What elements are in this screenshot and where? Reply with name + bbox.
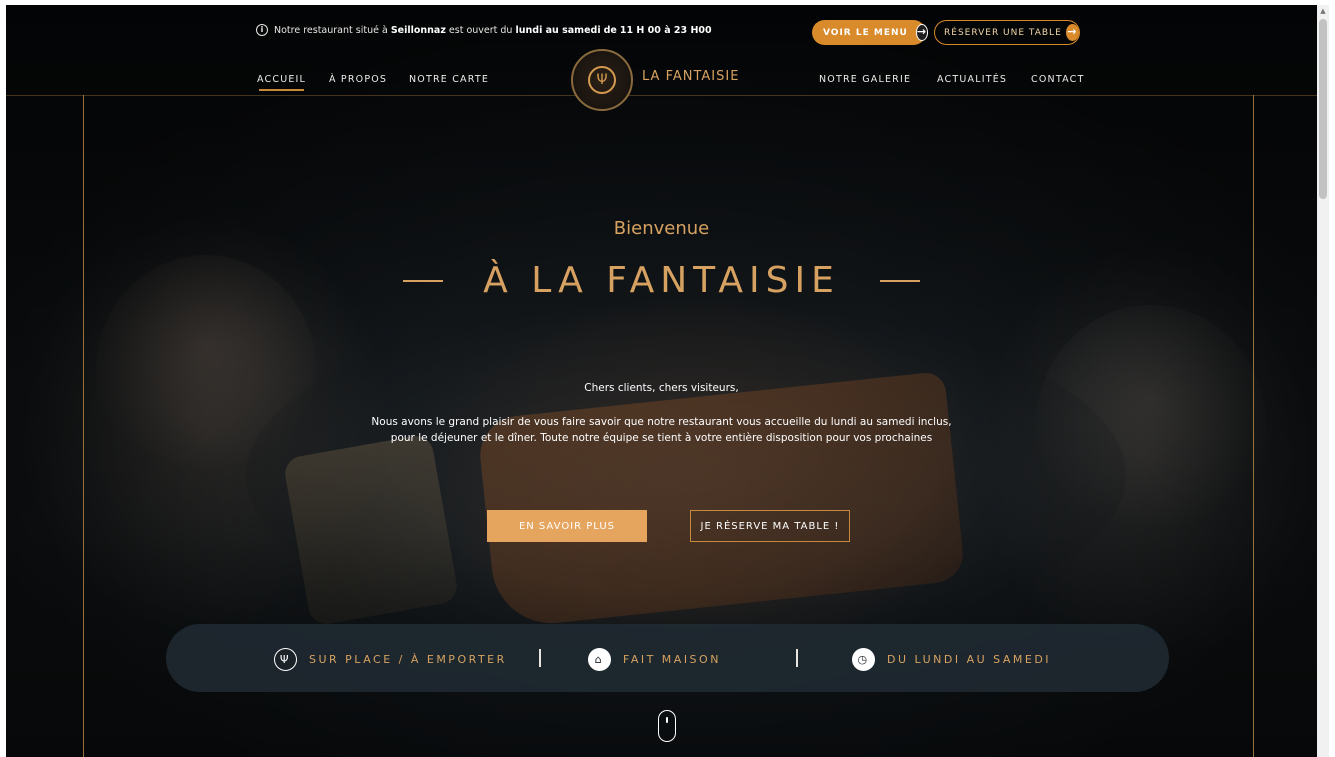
- scroll-down-mouse-icon[interactable]: [658, 710, 676, 742]
- hero-paragraph: Nous avons le grand plaisir de vous fair…: [306, 414, 1017, 446]
- home-icon: ⌂: [588, 648, 611, 671]
- arrow-right-icon: →: [1065, 24, 1079, 41]
- page-scrollbar[interactable]: ▲: [1317, 5, 1329, 757]
- feature-label: DU LUNDI AU SAMEDI: [887, 653, 1052, 666]
- feature-fait-maison: ⌂ FAIT MAISON: [588, 648, 721, 671]
- hero-title: À LA FANTAISIE: [483, 260, 840, 301]
- nav-actualites[interactable]: ACTUALITÉS: [937, 74, 1007, 85]
- feature-sur-place: Ψ SUR PLACE / À EMPORTER: [274, 648, 507, 671]
- nav-notre-carte[interactable]: NOTRE CARTE: [409, 74, 489, 85]
- restaurant-logo[interactable]: Ψ: [571, 49, 633, 111]
- cutlery-icon: Ψ: [274, 648, 297, 671]
- hero-paragraph-line-1: Nous avons le grand plaisir de vous fair…: [371, 416, 952, 428]
- view-menu-button[interactable]: VOIR LE MENU →: [812, 20, 929, 45]
- gold-frame-left: [83, 95, 84, 757]
- nav-a-propos[interactable]: À PROPOS: [329, 74, 387, 85]
- hero-photo-food-side: [282, 433, 460, 627]
- hero-paragraph-line-2: pour le déjeuner et le dîner. Toute notr…: [390, 432, 933, 444]
- arrow-right-icon: →: [915, 24, 929, 41]
- header-divider: [6, 95, 1317, 96]
- reserve-table-label: RÉSERVER UNE TABLE: [944, 27, 1062, 38]
- clock-icon: ◷: [852, 648, 875, 671]
- book-table-button[interactable]: JE RÉSERVE MA TABLE !: [690, 510, 850, 542]
- nav-notre-galerie[interactable]: NOTRE GALERIE: [819, 74, 911, 85]
- hero-subtitle: Bienvenue: [613, 218, 710, 239]
- feature-separator: [539, 649, 541, 667]
- hero-greeting: Chers clients, chers visiteurs,: [584, 382, 739, 394]
- hero-title-row: À LA FANTAISIE: [6, 260, 1317, 301]
- view-menu-label: VOIR LE MENU: [823, 27, 908, 38]
- scrollbar-thumb[interactable]: [1319, 19, 1327, 199]
- page-frame: i Notre restaurant situé à Seillonnaz es…: [6, 5, 1317, 757]
- nav-contact[interactable]: CONTACT: [1031, 74, 1084, 85]
- features-band: Ψ SUR PLACE / À EMPORTER ⌂ FAIT MAISON ◷…: [166, 624, 1169, 692]
- reserve-table-button[interactable]: RÉSERVER UNE TABLE →: [934, 20, 1080, 45]
- brand-name[interactable]: LA FANTAISIE: [642, 69, 739, 84]
- feature-label: FAIT MAISON: [623, 653, 721, 666]
- title-dash-left: [403, 279, 444, 282]
- info-icon: i: [256, 24, 268, 36]
- top-bar: i Notre restaurant situé à Seillonnaz es…: [6, 5, 1317, 57]
- scroll-up-arrow-icon[interactable]: ▲: [1317, 5, 1329, 17]
- feature-separator: [796, 649, 798, 667]
- feature-label: SUR PLACE / À EMPORTER: [309, 653, 507, 666]
- feature-horaires: ◷ DU LUNDI AU SAMEDI: [852, 648, 1051, 671]
- gold-frame-right: [1253, 95, 1254, 757]
- learn-more-button[interactable]: EN SAVOIR PLUS: [487, 510, 647, 542]
- fork-icon: Ψ: [588, 66, 616, 94]
- opening-info-text: Notre restaurant situé à Seillonnaz est …: [274, 24, 712, 36]
- opening-info: i Notre restaurant situé à Seillonnaz es…: [256, 24, 712, 36]
- title-dash-right: [879, 279, 920, 282]
- nav-accueil[interactable]: ACCUEIL: [257, 74, 306, 91]
